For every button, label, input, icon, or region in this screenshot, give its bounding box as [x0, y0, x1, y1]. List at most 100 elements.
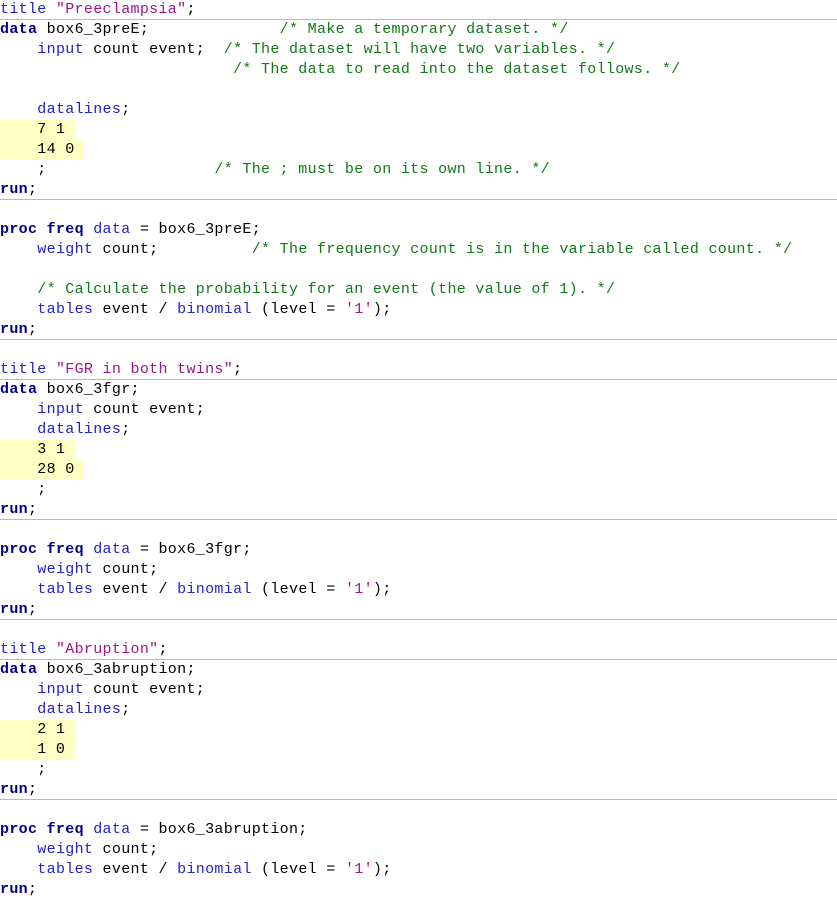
code-line[interactable]: 7 1 [0, 120, 837, 140]
code-line[interactable]: data box6_3fgr; [0, 380, 837, 400]
code-token-plain: ; [121, 101, 131, 118]
code-token-stmt: input [37, 41, 84, 58]
code-line[interactable]: title "FGR in both twins"; [0, 360, 837, 380]
code-token-kw: data [0, 661, 38, 678]
code-token-comment: /* The ; must be on its own line. */ [214, 161, 550, 178]
code-token-plain: ); [372, 301, 392, 318]
code-token-plain: ; [121, 701, 131, 718]
code-line[interactable]: proc freq data = box6_3preE; [0, 220, 837, 240]
code-line[interactable]: proc freq data = box6_3fgr; [0, 540, 837, 560]
code-line[interactable]: run; [0, 180, 837, 200]
code-token-kw: run [0, 601, 28, 618]
code-token-stmt: input [37, 401, 84, 418]
code-line[interactable]: title "Preeclampsia"; [0, 0, 837, 20]
datalines-highlight: 7 1 [0, 120, 75, 140]
code-block: proc freq data = box6_3fgr; weight count… [0, 520, 837, 620]
code-line-blank[interactable] [0, 200, 837, 220]
code-block: proc freq data = box6_3preE; weight coun… [0, 200, 837, 340]
code-line[interactable]: weight count; [0, 560, 837, 580]
code-token-comment: /* Calculate the probability for an even… [37, 281, 616, 298]
code-token-plain: ); [372, 861, 392, 878]
code-token-plain: ; [27, 781, 38, 798]
code-token-plain: 3 1 [0, 441, 75, 458]
code-line[interactable]: /* The data to read into the dataset fol… [0, 60, 837, 80]
code-line[interactable]: datalines; [0, 100, 837, 120]
code-line[interactable]: 3 1 [0, 440, 837, 460]
code-line[interactable]: run; [0, 320, 837, 340]
code-line[interactable]: 2 1 [0, 720, 837, 740]
code-token-stmt: datalines [37, 101, 122, 118]
code-token-kw: proc freq [0, 821, 94, 838]
code-line-blank[interactable] [0, 340, 837, 360]
code-line[interactable]: input count event; /* The dataset will h… [0, 40, 837, 60]
code-token-plain: = box6_3fgr; [130, 541, 252, 558]
code-token-plain: count event; [83, 41, 206, 58]
code-token-plain: ; [27, 881, 38, 898]
code-line[interactable]: tables event / binomial (level = '1'); [0, 860, 837, 880]
code-line[interactable]: run; [0, 780, 837, 800]
code-token-plain: box6_3fgr; [37, 381, 140, 398]
code-token-stmt: binomial [177, 581, 252, 598]
code-token-kw: run [0, 181, 28, 198]
code-line-blank[interactable] [0, 260, 837, 280]
code-line[interactable]: ; [0, 760, 837, 780]
code-token-plain: (level = [251, 581, 345, 598]
code-token-plain: ; [158, 641, 168, 658]
code-line[interactable]: title "Abruption"; [0, 640, 837, 660]
code-token-stmt: data [93, 221, 131, 238]
code-line-blank[interactable] [0, 80, 837, 100]
code-line[interactable]: /* Calculate the probability for an even… [0, 280, 837, 300]
code-line[interactable]: ; [0, 480, 837, 500]
code-line[interactable]: data box6_3abruption; [0, 660, 837, 680]
code-token-literal: '1' [344, 301, 373, 318]
code-token-stmt: tables [37, 301, 94, 318]
code-token-string: "Preeclampsia" [55, 1, 187, 18]
code-token-plain: ; [233, 361, 243, 378]
code-token-kw: run [0, 321, 28, 338]
code-line[interactable]: data box6_3preE; /* Make a temporary dat… [0, 20, 837, 40]
code-token-plain: (level = [251, 301, 345, 318]
code-line[interactable]: tables event / binomial (level = '1'); [0, 300, 837, 320]
code-line[interactable]: weight count; /* The frequency count is … [0, 240, 837, 260]
code-line[interactable]: input count event; [0, 400, 837, 420]
code-token-stmt: tables [37, 861, 94, 878]
code-line-blank[interactable] [0, 620, 837, 640]
code-line[interactable]: proc freq data = box6_3abruption; [0, 820, 837, 840]
code-line[interactable]: run; [0, 880, 837, 900]
code-token-plain: ; [27, 181, 38, 198]
code-line[interactable]: tables event / binomial (level = '1'); [0, 580, 837, 600]
code-line[interactable]: 14 0 [0, 140, 837, 160]
datalines-highlight: 2 1 [0, 720, 75, 740]
code-line[interactable]: ; /* The ; must be on its own line. */ [0, 160, 837, 180]
code-token-plain: 14 0 [0, 141, 84, 158]
code-token-literal: '1' [344, 861, 373, 878]
sas-code-listing[interactable]: title "Preeclampsia"; data box6_3preE; /*… [0, 0, 837, 898]
code-line-blank[interactable] [0, 520, 837, 540]
code-token-kw: run [0, 501, 28, 518]
code-line[interactable]: datalines; [0, 700, 837, 720]
code-line[interactable]: run; [0, 500, 837, 520]
code-token-plain: box6_3preE; [37, 21, 150, 38]
datalines-highlight: 28 0 [0, 460, 84, 480]
code-line[interactable]: input count event; [0, 680, 837, 700]
code-token-literal: '1' [344, 581, 373, 598]
code-token-comment: /* Make a temporary dataset. */ [279, 21, 569, 38]
code-line[interactable]: 28 0 [0, 460, 837, 480]
code-token-stmt: binomial [177, 861, 252, 878]
code-line[interactable]: datalines; [0, 420, 837, 440]
code-token-stmt: binomial [177, 301, 252, 318]
code-line[interactable]: run; [0, 600, 837, 620]
code-line[interactable]: weight count; [0, 840, 837, 860]
code-line-blank[interactable] [0, 800, 837, 820]
code-line[interactable]: 1 0 [0, 740, 837, 760]
code-token-comment: /* The data to read into the dataset fol… [233, 61, 681, 78]
